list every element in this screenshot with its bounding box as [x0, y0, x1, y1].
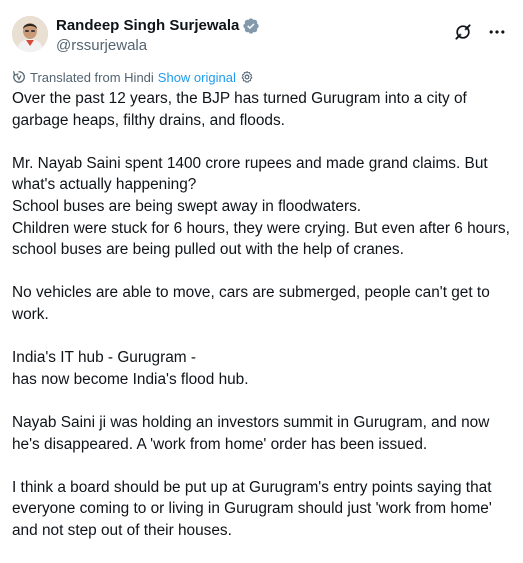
show-original-link[interactable]: Show original	[158, 70, 236, 85]
text-line: School buses are being swept away in flo…	[12, 197, 362, 215]
text-line: and not step out of their houses.	[12, 521, 232, 539]
paragraph-6: I think a board should be put up at Guru…	[12, 477, 517, 542]
text-line: India's IT hub - Gurugram -	[12, 349, 196, 367]
name-row: Randeep Singh Surjewala	[56, 16, 260, 36]
paragraph-1: Over the past 12 years, the BJP has turn…	[12, 88, 517, 131]
avatar[interactable]	[12, 16, 48, 52]
text-line: Over the past 12 years, the BJP has turn…	[12, 90, 467, 107]
text-line: garbage heaps, filthy drains, and floods…	[12, 111, 285, 129]
text-line: Mr. Nayab Saini spent 1400 crore rupees …	[12, 154, 488, 172]
text-line: he's disappeared. A 'work from home' ord…	[12, 435, 428, 453]
paragraph-5: Nayab Saini ji was holding an investors …	[12, 412, 517, 455]
text-line: work.	[12, 305, 49, 323]
paragraph-2: Mr. Nayab Saini spent 1400 crore rupees …	[12, 153, 517, 261]
author-info: Randeep Singh Surjewala @rssurjewala	[56, 16, 260, 56]
text-line: school buses are being pulled out with t…	[12, 241, 404, 259]
gear-icon[interactable]	[240, 70, 254, 84]
author-handle[interactable]: @rssurjewala	[56, 36, 260, 56]
text-line: what's actually happening?	[12, 176, 197, 194]
paragraph-3: No vehicles are able to move, cars are s…	[12, 282, 517, 325]
tweet-text: Over the past 12 years, the BJP has turn…	[12, 88, 517, 563]
translation-label: Translated from Hindi	[30, 69, 154, 85]
text-line: everyone coming to or living in Gurugram…	[12, 500, 492, 518]
text-line: Nayab Saini ji was holding an investors …	[12, 413, 490, 431]
grok-icon[interactable]	[453, 22, 473, 42]
tweet-header: Randeep Singh Surjewala @rssurjewala	[12, 12, 511, 56]
verified-badge-icon[interactable]	[242, 17, 260, 35]
avatar-image	[12, 16, 48, 52]
text-line: has now become India's flood hub.	[12, 370, 249, 388]
text-line: I think a board should be put up at Guru…	[12, 478, 492, 496]
text-line: Children were stuck for 6 hours, they we…	[12, 219, 510, 237]
text-line: No vehicles are able to move, cars are s…	[12, 284, 490, 302]
paragraph-4: India's IT hub - Gurugram - has now beco…	[12, 347, 517, 390]
author-display-name[interactable]: Randeep Singh Surjewala	[56, 16, 239, 36]
translation-bar: Translated from Hindi Show original	[12, 68, 254, 86]
more-options-icon[interactable]	[487, 22, 507, 42]
translate-icon	[13, 71, 25, 83]
